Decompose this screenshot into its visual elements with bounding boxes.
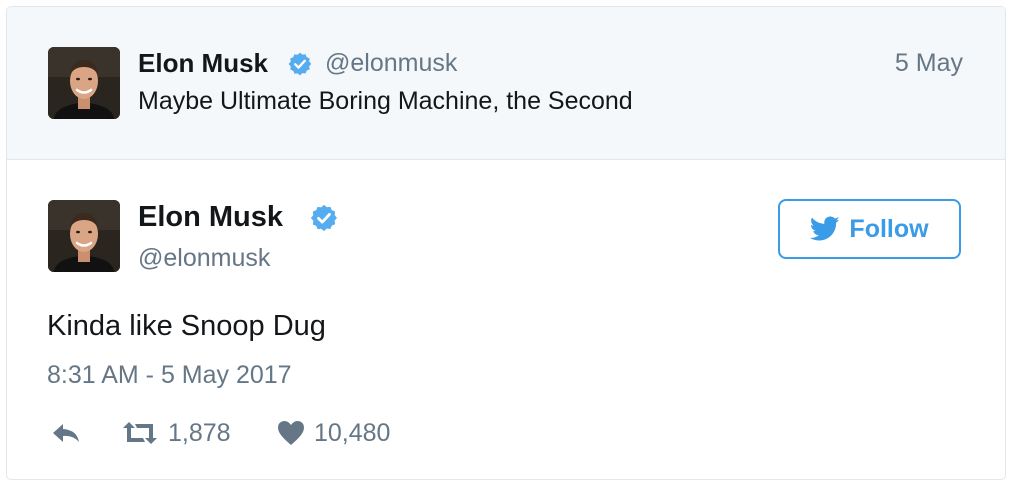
- main-tweet-text: Kinda like Snoop Dug: [47, 310, 326, 342]
- avatar-photo-icon: [48, 200, 120, 272]
- parent-tweet-date[interactable]: 5 May: [895, 49, 963, 78]
- avatar-photo-icon: [48, 47, 120, 119]
- like-count: 10,480: [314, 418, 391, 447]
- parent-author-handle[interactable]: @elonmusk: [325, 49, 457, 78]
- reply-icon: [53, 424, 79, 442]
- twitter-bird-icon: [810, 216, 840, 241]
- reply-button[interactable]: [51, 415, 81, 451]
- main-author-handle[interactable]: @elonmusk: [138, 244, 270, 273]
- retweet-icon: [123, 422, 157, 444]
- parent-tweet-text: Maybe Ultimate Boring Machine, the Secon…: [138, 87, 633, 115]
- parent-tweet[interactable]: Elon Musk @elonmusk 5 May Maybe Ultimate…: [7, 7, 1005, 160]
- main-avatar[interactable]: [48, 200, 120, 272]
- parent-author-name[interactable]: Elon Musk: [138, 48, 268, 79]
- heart-icon: [278, 421, 304, 445]
- main-author-name[interactable]: Elon Musk: [138, 201, 283, 234]
- like-button[interactable]: 10,480: [277, 415, 390, 451]
- embedded-tweet-card: Elon Musk @elonmusk 5 May Maybe Ultimate…: [6, 6, 1006, 480]
- parent-avatar[interactable]: [48, 47, 120, 119]
- follow-button-label: Follow: [849, 214, 929, 243]
- retweet-button[interactable]: 1,878: [121, 415, 231, 451]
- main-tweet-timestamp[interactable]: 8:31 AM - 5 May 2017: [47, 361, 292, 390]
- retweet-count: 1,878: [168, 418, 231, 447]
- verified-badge-icon: [288, 52, 312, 76]
- verified-badge-icon: [310, 204, 337, 232]
- follow-button[interactable]: Follow: [778, 199, 961, 259]
